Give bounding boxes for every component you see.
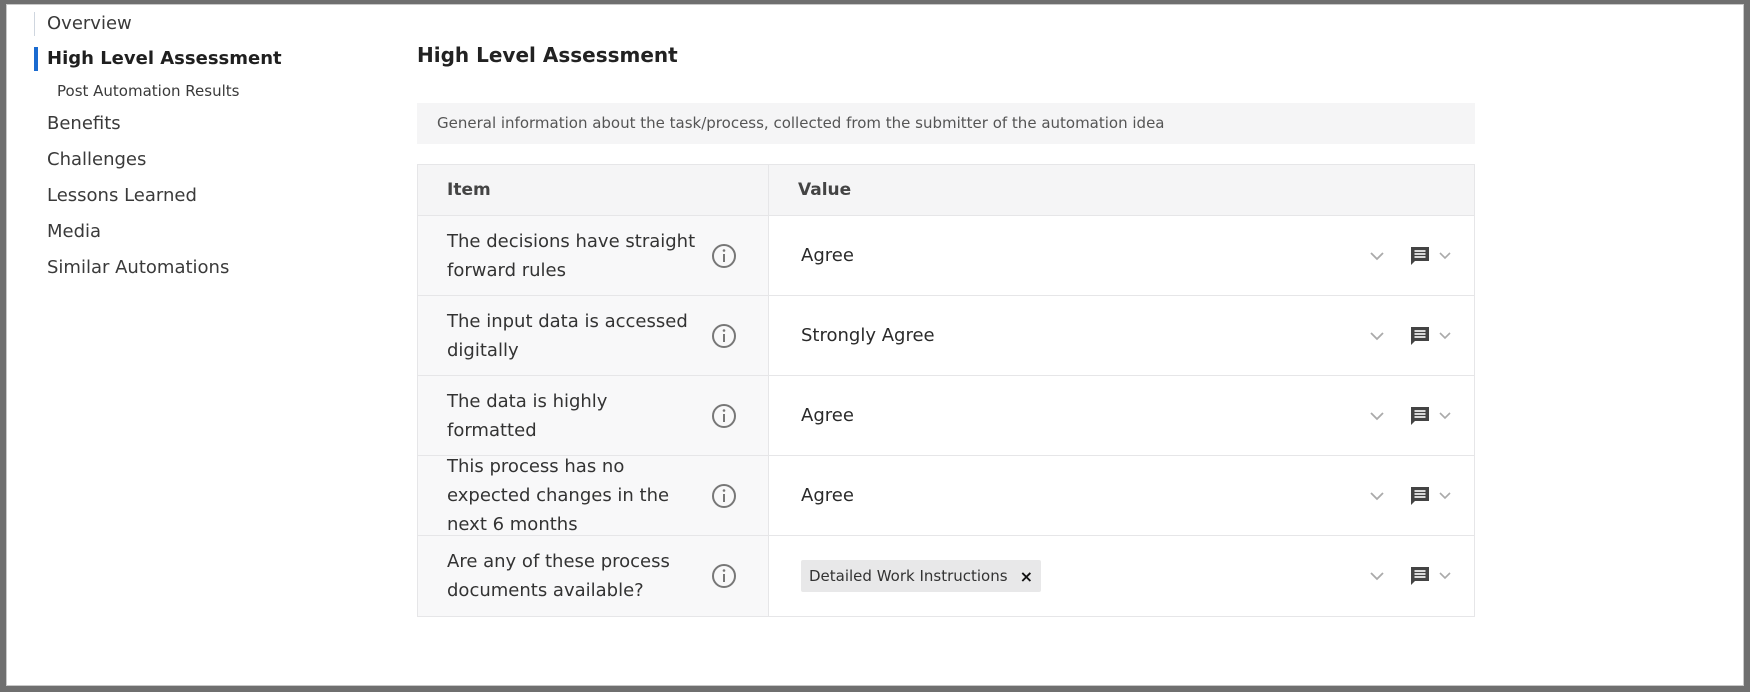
chevron-down-icon[interactable] [1369,329,1385,343]
tag-remove-button[interactable]: × [1020,567,1033,586]
selected-value: Agree [801,245,854,266]
comment-menu-chevron-icon[interactable] [1438,330,1452,342]
item-cell: This process has no expected changes in … [418,456,769,535]
sidebar-item-media[interactable]: Media [34,219,354,245]
value-select[interactable]: Agree [769,456,1474,535]
table-row: This process has no expected changes in … [418,456,1474,536]
comment-menu-chevron-icon[interactable] [1438,410,1452,422]
comment-menu-chevron-icon[interactable] [1438,490,1452,502]
chevron-down-icon[interactable] [1369,569,1385,583]
sidebar-item-post-automation-results[interactable]: Post Automation Results [34,80,354,102]
sidebar-item-similar-automations[interactable]: Similar Automations [34,255,354,281]
value-multiselect[interactable]: Detailed Work Instructions × [769,536,1474,616]
section-description: General information about the task/proce… [417,103,1475,144]
column-header-item: Item [418,165,769,215]
sidebar-nav: Overview High Level Assessment Post Auto… [34,12,354,281]
table-header: Item Value [418,165,1474,216]
selected-value: Agree [801,405,854,426]
table-row: The input data is accessed digitally Str… [418,296,1474,376]
value-select[interactable]: Agree [769,376,1474,455]
app-window: Overview High Level Assessment Post Auto… [0,0,1750,692]
info-circle-icon[interactable] [711,323,737,349]
table-row: The decisions have straight forward rule… [418,216,1474,296]
selected-value: Strongly Agree [801,325,935,346]
comment-menu-chevron-icon[interactable] [1438,570,1452,582]
value-select[interactable]: Agree [769,216,1474,295]
item-label: Are any of these process documents avail… [447,551,670,601]
selected-value: Agree [801,485,854,506]
table-row: Are any of these process documents avail… [418,536,1474,616]
comment-menu-chevron-icon[interactable] [1438,250,1452,262]
item-cell: The data is highly formatted [418,376,769,455]
assessment-table: Item Value The decisions have straight f… [417,164,1475,617]
sidebar-item-benefits[interactable]: Benefits [34,111,354,137]
column-header-value: Value [798,180,852,200]
sidebar-item-high-level-assessment[interactable]: High Level Assessment [34,47,354,71]
info-circle-icon[interactable] [711,483,737,509]
item-label: The decisions have straight forward rule… [447,230,696,281]
item-cell: The decisions have straight forward rule… [418,216,769,295]
selected-tag: Detailed Work Instructions × [801,560,1041,592]
sidebar-item-overview[interactable]: Overview [34,12,354,36]
sidebar-item-challenges[interactable]: Challenges [34,147,354,173]
comment-icon[interactable] [1409,485,1431,507]
item-label: The input data is accessed digitally [447,310,688,361]
tag-label: Detailed Work Instructions [809,567,1008,585]
item-label: The data is highly formatted [447,390,608,441]
comment-icon[interactable] [1409,245,1431,267]
info-circle-icon[interactable] [711,403,737,429]
chevron-down-icon[interactable] [1369,249,1385,263]
info-circle-icon[interactable] [711,243,737,269]
comment-icon[interactable] [1409,325,1431,347]
value-select[interactable]: Strongly Agree [769,296,1474,375]
comment-icon[interactable] [1409,565,1431,587]
item-cell: Are any of these process documents avail… [418,536,769,616]
comment-icon[interactable] [1409,405,1431,427]
sidebar-item-lessons-learned[interactable]: Lessons Learned [34,183,354,209]
info-circle-icon[interactable] [711,563,737,589]
item-label: This process has no expected changes in … [447,456,670,535]
main-content: High Level Assessment General informatio… [417,40,1475,617]
item-cell: The input data is accessed digitally [418,296,769,375]
chevron-down-icon[interactable] [1369,489,1385,503]
page-title: High Level Assessment [417,43,678,67]
chevron-down-icon[interactable] [1369,409,1385,423]
table-row: The data is highly formatted Agree [418,376,1474,456]
